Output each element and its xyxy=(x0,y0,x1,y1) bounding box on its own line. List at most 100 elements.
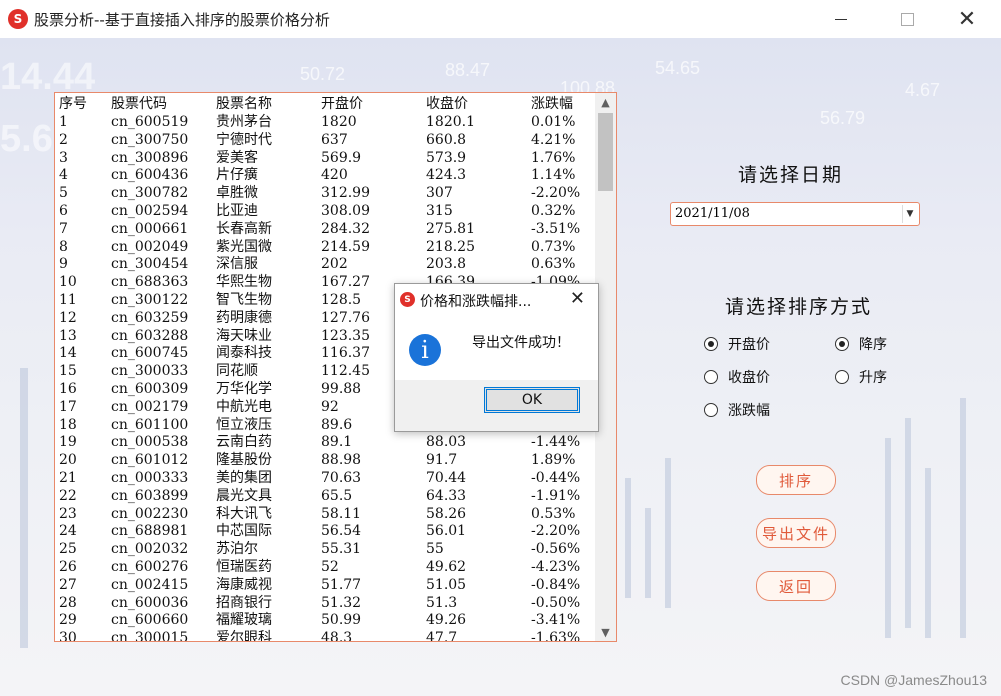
scroll-down-arrow-icon[interactable]: ▼ xyxy=(595,623,616,641)
minimize-button[interactable] xyxy=(818,0,864,38)
table-cell: 65.5 xyxy=(321,487,353,504)
table-cell: 13 xyxy=(59,327,77,344)
table-cell: 15 xyxy=(59,363,77,380)
table-row[interactable]: 30 cn_300015 爱尔眼科 48.3 47.7 -1.63% xyxy=(55,629,595,642)
table-cell: cn_600519 xyxy=(111,114,189,130)
date-select[interactable]: 2021/11/08 ▼ xyxy=(670,202,920,226)
table-cell: 127.76 xyxy=(321,309,370,326)
radio-change-pct[interactable]: 涨跌幅 xyxy=(704,400,770,420)
radio-close-price[interactable]: 收盘价 xyxy=(704,367,770,387)
table-cell: -1.44% xyxy=(531,434,581,451)
table-cell: 中航光电 xyxy=(216,398,272,415)
table-cell: 116.37 xyxy=(321,345,370,362)
table-cell: 11 xyxy=(59,292,77,308)
radio-ascending[interactable]: 升序 xyxy=(835,367,887,387)
table-row[interactable]: 8 cn_002049 紫光国微 214.59 218.25 0.73% xyxy=(55,238,595,256)
table-cell: 89.6 xyxy=(321,416,353,433)
table-cell: 47.7 xyxy=(426,630,458,642)
table-cell: -1.91% xyxy=(531,487,581,504)
close-button[interactable]: ✕ xyxy=(944,0,990,38)
radio-open-price[interactable]: 开盘价 xyxy=(704,334,770,354)
table-cell: 5 xyxy=(59,185,68,202)
table-row[interactable]: 9 cn_300454 深信服 202 203.8 0.63% xyxy=(55,255,595,273)
table-cell: 51.32 xyxy=(321,594,362,611)
table-cell: 恒立液压 xyxy=(216,416,272,433)
title-bar: S 股票分析--基于直接插入排序的股票价格分析 ✕ xyxy=(0,0,1001,38)
table-cell: 51.3 xyxy=(426,594,458,611)
table-cell: 4 xyxy=(59,167,68,184)
table-cell: cn_002230 xyxy=(111,505,189,522)
radio-label: 降序 xyxy=(859,337,887,353)
table-cell: cn_300454 xyxy=(111,256,189,273)
background-number: 50.72 xyxy=(300,64,346,84)
radio-label: 升序 xyxy=(859,370,887,386)
table-cell: 424.3 xyxy=(426,167,467,184)
table-cell: 92 xyxy=(321,398,339,415)
table-row[interactable]: 23 cn_002230 科大讯飞 58.11 58.26 0.53% xyxy=(55,505,595,523)
ok-button[interactable]: OK xyxy=(484,387,580,413)
table-cell: 1.14% xyxy=(531,167,576,184)
table-cell: 312.99 xyxy=(321,185,370,202)
table-row[interactable]: 2 cn_300750 宁德时代 637 660.8 4.21% xyxy=(55,131,595,149)
dialog-close-icon[interactable]: ✕ xyxy=(570,288,585,309)
table-row[interactable]: 19 cn_000538 云南白药 89.1 88.03 -1.44% xyxy=(55,433,595,451)
table-cell: -4.23% xyxy=(531,559,581,575)
table-cell: 4.21% xyxy=(531,131,576,148)
table-cell: 云南白药 xyxy=(216,434,272,451)
table-row[interactable]: 21 cn_000333 美的集团 70.63 70.44 -0.44% xyxy=(55,469,595,487)
radio-indicator xyxy=(835,337,849,351)
table-row[interactable]: 4 cn_600436 片仔癀 420 424.3 1.14% xyxy=(55,166,595,184)
table-row[interactable]: 1 cn_600519 贵州茅台 1820 1820.1 0.01% xyxy=(55,113,595,131)
table-cell: 中芯国际 xyxy=(216,523,272,540)
table-row[interactable]: 22 cn_603899 晨光文具 65.5 64.33 -1.91% xyxy=(55,487,595,505)
table-cell: -0.44% xyxy=(531,470,581,486)
scroll-thumb[interactable] xyxy=(598,113,613,191)
table-cell: 58.11 xyxy=(321,505,362,522)
column-header: 序号 xyxy=(59,96,87,112)
table-cell: 70.44 xyxy=(426,470,467,486)
table-cell: 0.73% xyxy=(531,238,576,255)
table-cell: 88.03 xyxy=(426,434,467,451)
table-cell: -2.20% xyxy=(531,185,581,202)
table-cell: 637 xyxy=(321,131,348,148)
sort-method-label: 请选择排序方式 xyxy=(725,296,873,318)
table-cell: 20 xyxy=(59,452,77,469)
table-cell: 8 xyxy=(59,238,68,255)
table-cell: 卓胜微 xyxy=(216,185,258,202)
table-cell: 万华化学 xyxy=(216,381,272,397)
table-cell: 52 xyxy=(321,559,339,575)
table-cell: 恒瑞医药 xyxy=(216,559,272,575)
radio-label: 开盘价 xyxy=(728,337,770,353)
table-row[interactable]: 5 cn_300782 卓胜微 312.99 307 -2.20% xyxy=(55,184,595,202)
table-cell: 24 xyxy=(59,523,77,540)
table-row[interactable]: 26 cn_600276 恒瑞医药 52 49.62 -4.23% xyxy=(55,558,595,576)
table-cell: 招商银行 xyxy=(216,594,272,611)
table-row[interactable]: 6 cn_002594 比亚迪 308.09 315 0.32% xyxy=(55,202,595,220)
table-cell: 福耀玻璃 xyxy=(216,612,272,629)
table-row[interactable]: 28 cn_600036 招商银行 51.32 51.3 -0.50% xyxy=(55,594,595,612)
table-cell: 49.62 xyxy=(426,559,467,575)
table-cell: 27 xyxy=(59,576,77,593)
sort-button[interactable]: 排序 xyxy=(756,465,836,495)
maximize-button[interactable] xyxy=(884,0,930,38)
table-cell: 214.59 xyxy=(321,238,370,255)
radio-descending[interactable]: 降序 xyxy=(835,334,887,354)
back-button[interactable]: 返回 xyxy=(756,571,836,601)
table-cell: 89.1 xyxy=(321,434,353,451)
table-row[interactable]: 7 cn_000661 长春高新 284.32 275.81 -3.51% xyxy=(55,220,595,238)
table-row[interactable]: 24 cn_688981 中芯国际 56.54 56.01 -2.20% xyxy=(55,522,595,540)
table-cell: 长春高新 xyxy=(216,220,272,237)
table-cell: 167.27 xyxy=(321,274,370,291)
table-cell: 58.26 xyxy=(426,505,467,522)
table-row[interactable]: 20 cn_601012 隆基股份 88.98 91.7 1.89% xyxy=(55,451,595,469)
table-row[interactable]: 25 cn_002032 苏泊尔 55.31 55 -0.56% xyxy=(55,540,595,558)
table-cell: 420 xyxy=(321,167,348,184)
table-row[interactable]: 3 cn_300896 爱美客 569.9 573.9 1.76% xyxy=(55,149,595,167)
dropdown-arrow-icon[interactable]: ▼ xyxy=(902,205,917,223)
export-button[interactable]: 导出文件 xyxy=(756,518,836,548)
maximize-icon xyxy=(900,12,914,26)
scroll-up-arrow-icon[interactable]: ▲ xyxy=(595,93,616,111)
table-row[interactable]: 29 cn_600660 福耀玻璃 50.99 49.26 -3.41% xyxy=(55,611,595,629)
table-row[interactable]: 27 cn_002415 海康威视 51.77 51.05 -0.84% xyxy=(55,576,595,594)
dialog-footer: OK xyxy=(395,380,598,431)
